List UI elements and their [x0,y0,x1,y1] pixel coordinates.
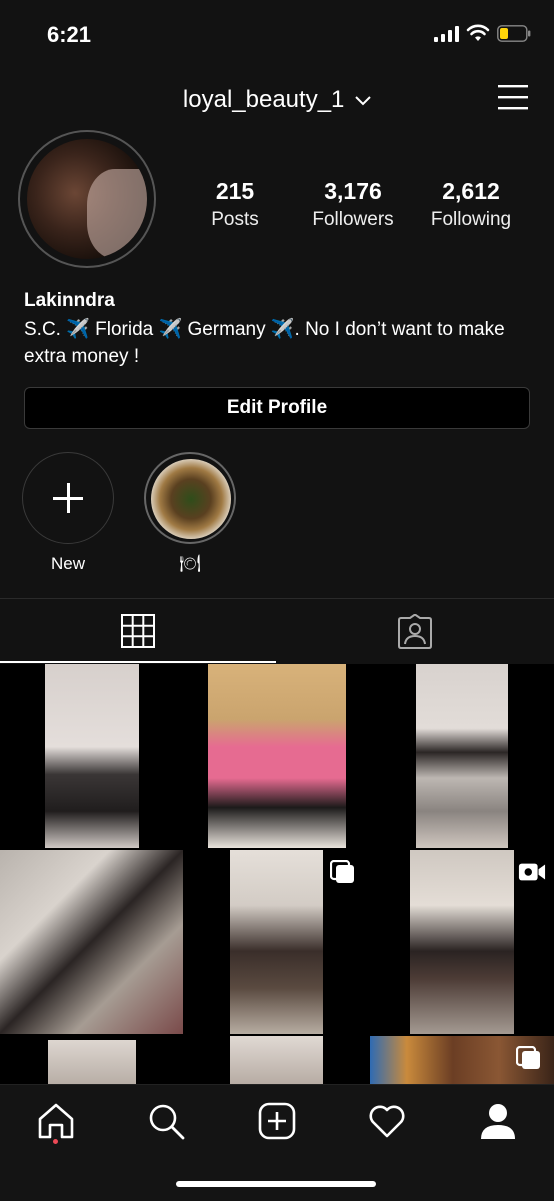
post-tile[interactable] [185,1036,368,1084]
stat-label: Followers [312,209,394,230]
highlight-food[interactable]: 🍽 [142,452,238,574]
stat-value: 2,612 [442,178,500,204]
tagged-icon [398,614,432,649]
stat-followers[interactable]: 3,176 Followers [293,178,413,231]
post-photo [48,1040,136,1084]
stat-posts[interactable]: 215 Posts [175,178,295,231]
post-photo [45,664,139,848]
username: loyal_beauty_1 [182,86,345,113]
post-tile[interactable] [185,664,368,848]
notification-dot [53,1139,58,1144]
active-tab-indicator [0,661,276,663]
home-icon[interactable] [36,1101,76,1141]
post-photo [230,850,323,1034]
profile-icon[interactable] [478,1101,518,1141]
posts-grid [0,664,554,1084]
food-plate-image [151,459,231,539]
profile-tabs [0,600,554,663]
account-switcher[interactable]: loyal_beauty_1 [0,86,554,114]
edit-profile-button[interactable]: Edit Profile [24,387,530,429]
post-tile[interactable] [0,1036,183,1084]
carousel-icon [330,860,354,883]
post-photo [416,664,508,848]
new-highlight-circle [22,452,114,544]
plus-icon-bar [67,483,70,513]
post-tile[interactable] [370,664,554,848]
profile-avatar[interactable] [18,130,156,268]
menu-icon[interactable] [498,84,528,110]
tab-tagged[interactable] [276,600,554,662]
search-icon[interactable] [146,1101,186,1141]
stat-label: Posts [211,209,259,230]
stat-following[interactable]: 2,612 Following [411,178,531,231]
cellular-signal-icon [434,26,459,42]
profile-bio: S.C. ✈️ Florida ✈️ Germany ✈️. No I don’… [24,319,505,367]
wifi-icon [466,24,490,41]
highlight-label: 🍽 [179,554,201,573]
post-photo [208,664,346,848]
post-photo [0,850,183,1034]
video-camera-icon [518,863,546,881]
profile-header: loyal_beauty_1 [0,80,554,120]
home-indicator [176,1181,376,1187]
carousel-icon [516,1046,540,1069]
chevron-down-icon [355,95,371,106]
status-bar: 6:21 [0,0,554,70]
heart-icon[interactable] [367,1101,407,1141]
highlight-circle [144,452,236,544]
post-tile[interactable] [370,1036,554,1084]
stat-label: Following [430,209,512,230]
stat-value: 215 [215,178,255,204]
post-tile[interactable] [370,850,554,1034]
post-photo [410,850,514,1034]
section-divider [0,598,554,599]
stat-value: 3,176 [324,178,382,204]
grid-icon [121,614,155,648]
post-tile[interactable] [0,850,183,1034]
post-photo [230,1036,323,1084]
profile-name: Lakinndra [24,290,115,311]
add-post-icon[interactable] [257,1101,297,1141]
highlight-label: New [50,554,85,573]
post-tile[interactable] [0,664,183,848]
post-tile[interactable] [185,850,368,1034]
status-time: 6:21 [47,22,92,47]
highlight-new[interactable]: New [20,452,116,574]
bottom-nav-bar [0,1084,554,1201]
tab-posts-grid[interactable] [0,600,276,662]
battery-icon [497,25,531,42]
avatar-image [27,139,147,259]
